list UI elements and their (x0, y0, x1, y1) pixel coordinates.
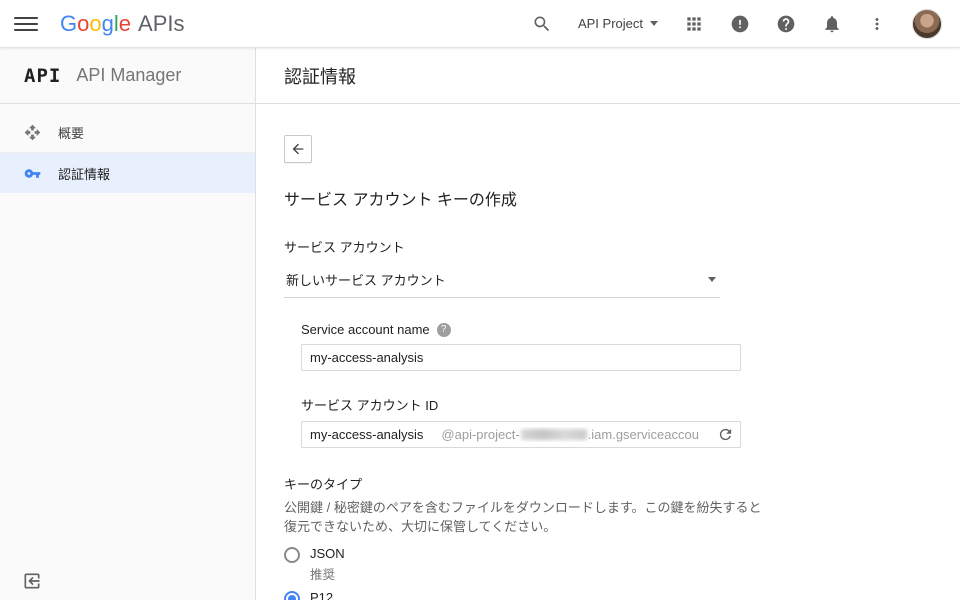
topbar: G o o g l e APIs API Project (0, 0, 960, 48)
key-type-options: JSON 推奨 P12 P12 形式を使用したコードとの下位互換性を目的としてい… (284, 546, 932, 600)
search-icon[interactable] (532, 14, 552, 34)
chevron-down-icon (650, 21, 658, 26)
radio-option-p12[interactable]: P12 P12 形式を使用したコードとの下位互換性を目的としています (284, 590, 932, 600)
id-domain-suffix: .iam.gserviceaccou (587, 427, 699, 442)
main-area: 認証情報 サービス アカウント キーの作成 サービス アカウント 新しいサービス… (256, 48, 960, 600)
service-account-id-value: my-access-analysis (310, 427, 424, 442)
service-account-name-input[interactable] (301, 344, 741, 371)
radio-option-label: P12 (310, 589, 334, 600)
service-account-name-label: Service account name (301, 322, 430, 337)
help-icon[interactable]: ? (436, 322, 451, 337)
google-apis-logo: G o o g l e APIs (60, 11, 184, 37)
service-account-select[interactable]: 新しいサービス アカウント (284, 265, 720, 298)
logo-letter: o (77, 10, 90, 36)
api-logo: API (24, 64, 62, 87)
sidebar-nav: 概要 認証情報 (0, 104, 255, 193)
radio-option-json[interactable]: JSON 推奨 (284, 546, 932, 583)
logo-letter: o (89, 10, 102, 36)
more-vert-icon[interactable] (868, 14, 886, 34)
help-icon[interactable] (776, 14, 796, 34)
page-header-title: 認証情報 (284, 66, 356, 87)
service-account-section: サービス アカウント 新しいサービス アカウント Service account… (284, 237, 932, 448)
overview-icon (24, 124, 41, 141)
sidebar-header: API API Manager (0, 48, 255, 104)
sidebar-item-credentials[interactable]: 認証情報 (0, 153, 255, 193)
service-account-id-field[interactable]: my-access-analysis @api-project- .iam.gs… (301, 421, 741, 448)
collapse-sidebar-icon[interactable] (22, 571, 42, 591)
content: サービス アカウント キーの作成 サービス アカウント 新しいサービス アカウン… (256, 104, 960, 600)
page-header: 認証情報 (256, 48, 960, 104)
service-account-selected-option: 新しいサービス アカウント (286, 273, 446, 288)
sidebar-title: API Manager (76, 65, 182, 85)
back-button[interactable] (284, 135, 312, 163)
radio-icon-selected[interactable] (284, 590, 300, 600)
service-account-id-domain: @api-project- .iam.gserviceaccou (441, 427, 699, 442)
logo-letter: e (118, 10, 132, 36)
apps-grid-icon[interactable] (684, 14, 704, 34)
arrow-back-icon (292, 143, 304, 155)
feedback-icon[interactable] (730, 14, 750, 34)
sidebar-item-label: 認証情報 (58, 166, 111, 182)
project-selector-label: API Project (577, 16, 643, 31)
key-type-section: キーのタイプ 公開鍵 / 秘密鍵のペアを含むファイルをダウンロードします。この鍵… (284, 474, 932, 600)
project-selector[interactable]: API Project (578, 16, 658, 31)
sidebar-item-overview[interactable]: 概要 (0, 113, 255, 153)
logo-letter: G (60, 10, 78, 36)
logo-suffix: APIs (138, 10, 185, 36)
sidebar: API API Manager 概要 認証情報 (0, 48, 256, 600)
refresh-icon[interactable] (717, 426, 734, 443)
logo-letter: g (101, 10, 114, 36)
id-domain-prefix: @api-project- (441, 427, 520, 442)
radio-option-description: 推奨 (310, 567, 336, 582)
key-type-label: キーのタイプ (284, 477, 363, 492)
service-account-label: サービス アカウント (284, 240, 405, 255)
menu-icon[interactable] (14, 12, 38, 36)
sidebar-item-label: 概要 (58, 126, 85, 141)
chevron-down-icon (708, 277, 716, 282)
avatar[interactable] (912, 8, 942, 39)
key-icon (24, 168, 41, 178)
service-account-id-label: サービス アカウント ID (301, 398, 439, 413)
radio-option-label: JSON (310, 545, 345, 561)
notifications-bell-icon[interactable] (822, 14, 842, 34)
radio-icon[interactable] (284, 546, 300, 563)
blurred-project-number (520, 429, 587, 440)
key-type-description: 公開鍵 / 秘密鍵のペアを含むファイルをダウンロードします。この鍵を紛失すると復… (284, 500, 762, 534)
page-title: サービス アカウント キーの作成 (284, 192, 517, 209)
